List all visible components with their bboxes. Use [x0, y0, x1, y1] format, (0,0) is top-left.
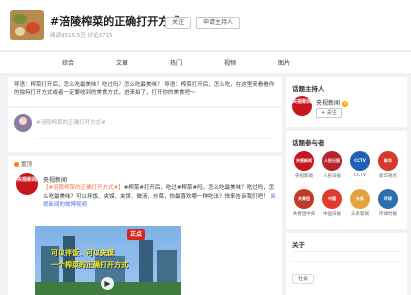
play-icon[interactable]: ▶ — [101, 277, 114, 290]
topic-header: #涪陵榨菜的正确打开方式# 关注 申请主持人 阅读9515.5万 讨论3715 — [0, 0, 411, 50]
feed-pinned-label: 置顶 — [14, 160, 32, 168]
participant-name: 中国日报 — [323, 212, 341, 217]
topic-tabs: 综合 文章 热门 视频 图片 — [0, 51, 411, 73]
divider — [292, 261, 401, 262]
participants-panel-title: 话题参与者 — [292, 139, 325, 147]
about-panel-title: 关于 — [292, 241, 305, 249]
tab-comprehensive[interactable]: 综合 — [62, 58, 74, 67]
topic-stats: 阅读9515.5万 讨论3715 — [50, 33, 113, 39]
composer-toolbar — [36, 138, 274, 146]
post-video-thumbnail[interactable]: 正点 可以拌饭、可以夹馍 一个榨菜的正确打开方式 ▶ — [35, 226, 181, 295]
topic-feed: 置顶 央视新闻 央视新闻 【#涪陵榨菜的正确打开方式#】#榨菜#打开后，吃过#榨… — [8, 156, 282, 295]
participant-name: 人民日报 — [323, 174, 341, 179]
host-panel-title: 话题主持人 — [292, 85, 325, 93]
participant-name: CCTV — [353, 173, 367, 178]
participant-name: 央视新闻 — [295, 174, 313, 179]
video-logo: 正点 — [127, 229, 146, 240]
post-author-name[interactable]: 央视新闻 — [43, 175, 67, 184]
participant-avatar[interactable]: 中国 — [322, 189, 342, 209]
host-avatar[interactable]: 央视新闻 — [292, 96, 312, 116]
participant-avatar[interactable]: 共青团 — [294, 189, 314, 209]
video-caption-2: 一个榨菜的正确打开方式 — [51, 261, 128, 269]
topic-page: #涪陵榨菜的正确打开方式# 关注 申请主持人 阅读9515.5万 讨论3715 … — [0, 0, 411, 295]
divider — [292, 251, 401, 252]
participants-panel: 话题参与者 央视新闻 人民日报 CCTV 新华 央视新闻 人民日报 CCTV 新… — [286, 131, 407, 229]
topic-cover-image — [10, 10, 44, 40]
tab-hot[interactable]: 热门 — [170, 58, 182, 67]
post-text: 【#涪陵榨菜的正确打开方式#】#榨菜#打开后，吃过#榨菜#吗，怎么吃最美味？吃过… — [43, 184, 277, 210]
participant-avatar[interactable]: 人民日报 — [322, 151, 342, 171]
user-avatar — [14, 114, 32, 132]
post-author-avatar[interactable]: 央视新闻 — [16, 173, 38, 195]
participant-avatar[interactable]: 头条 — [350, 189, 370, 209]
tab-videos[interactable]: 视频 — [224, 58, 236, 67]
apply-host-button[interactable]: 申请主持人 — [196, 17, 241, 29]
follow-button[interactable]: 关注 — [165, 17, 192, 29]
participant-avatar[interactable]: CCTV — [350, 151, 370, 171]
participant-name: 头条新闻 — [351, 212, 369, 217]
tab-images[interactable]: 图片 — [278, 58, 290, 67]
about-panel: 关于 社会 — [286, 233, 407, 295]
composer-input[interactable]: #涪陵榨菜的正确打开方式# — [36, 116, 274, 130]
pin-icon — [14, 162, 19, 167]
topic-intro: 导语：榨菜打开后，怎么吃最美味？吃过吗？怎么吃最美味？ 导语：榨菜打开后，怎么吃… — [8, 77, 282, 106]
verified-icon: V — [341, 101, 348, 107]
host-panel: 话题主持人 央视新闻 央视新闻 V + 关注 — [286, 77, 407, 127]
participant-avatar[interactable]: 环球 — [378, 189, 398, 209]
video-caption-1: 可以拌饭、可以夹馍 — [51, 249, 114, 257]
participant-name: 共青团中央 — [292, 212, 316, 217]
post-composer: #涪陵榨菜的正确打开方式# — [8, 108, 282, 152]
participant-name: 新华视点 — [379, 174, 397, 179]
category-chip[interactable]: 社会 — [292, 274, 315, 284]
participant-avatar[interactable]: 新华 — [378, 151, 398, 171]
post-topic-tag[interactable]: 【#涪陵榨菜的正确打开方式#】 — [43, 185, 124, 191]
host-name[interactable]: 央视新闻 V — [316, 98, 348, 107]
tab-articles[interactable]: 文章 — [116, 58, 128, 67]
host-follow-button[interactable]: + 关注 — [316, 108, 342, 118]
participant-name: 环球时报 — [379, 212, 397, 217]
participant-avatar[interactable]: 央视新闻 — [294, 151, 314, 171]
